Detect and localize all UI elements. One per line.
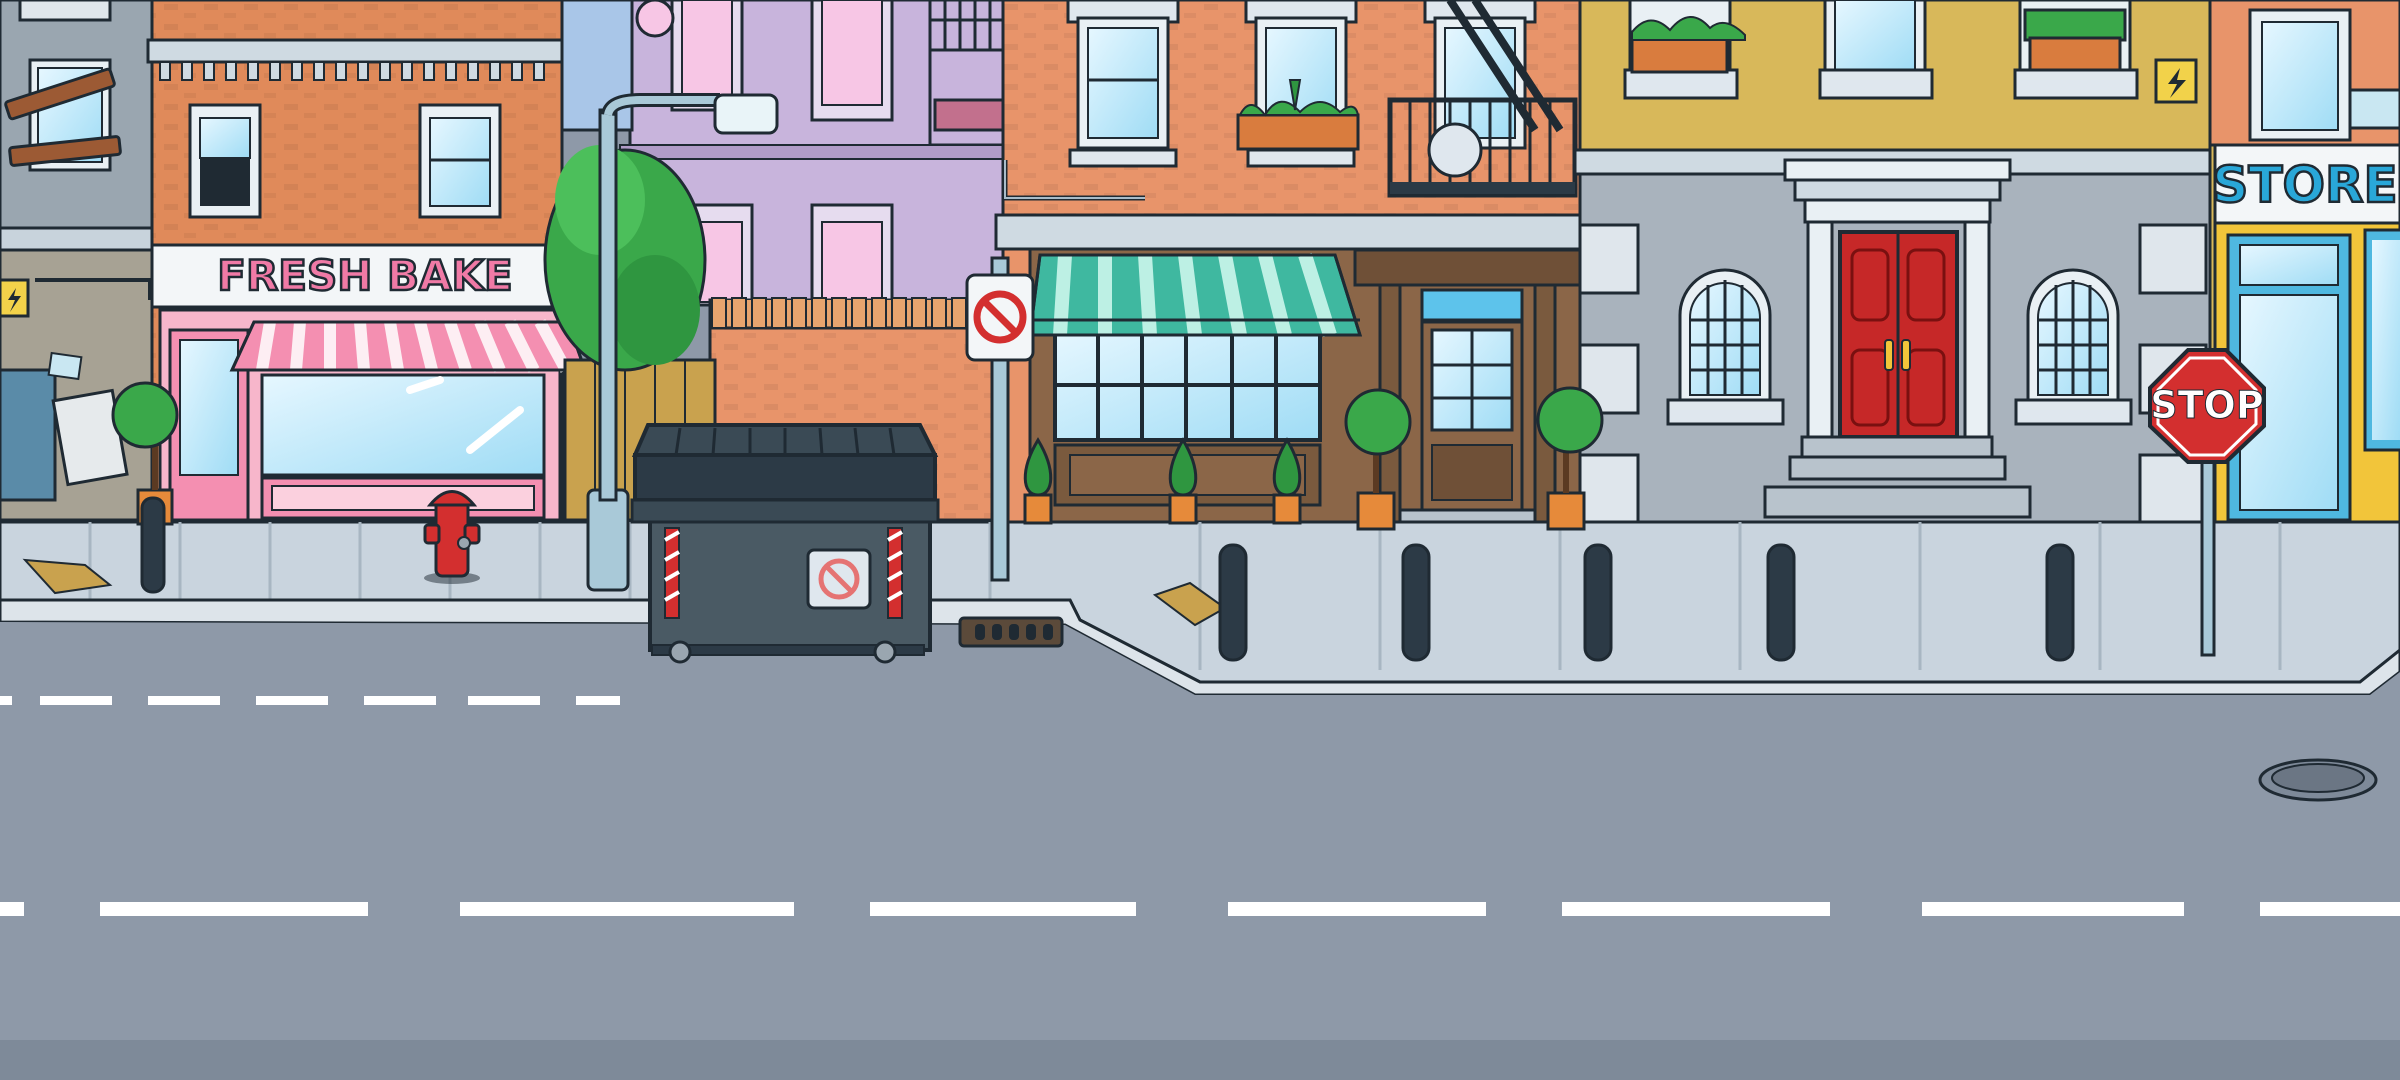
manhole-icon xyxy=(2258,758,2378,802)
bollard-icon xyxy=(140,496,166,594)
bollard-2 xyxy=(1401,543,1431,662)
mustard-building xyxy=(1578,0,2212,157)
stone-building xyxy=(1573,148,2217,527)
dumpster-icon xyxy=(630,423,940,664)
bollard-3 xyxy=(1583,543,1613,662)
stop-sign-text: STOP xyxy=(2150,383,2263,427)
electric-hazard-icon xyxy=(0,278,30,318)
street-scene: FRESH BAKE STORE STOP xyxy=(0,0,2400,1080)
storm-drain-icon xyxy=(958,616,1064,648)
store-sign-text: STORE xyxy=(2212,156,2397,214)
bollard-5 xyxy=(2045,543,2075,662)
bakery-sign-text: FRESH BAKE xyxy=(217,251,513,300)
bollard-1 xyxy=(1218,543,1248,662)
bollard-4 xyxy=(1766,543,1796,662)
